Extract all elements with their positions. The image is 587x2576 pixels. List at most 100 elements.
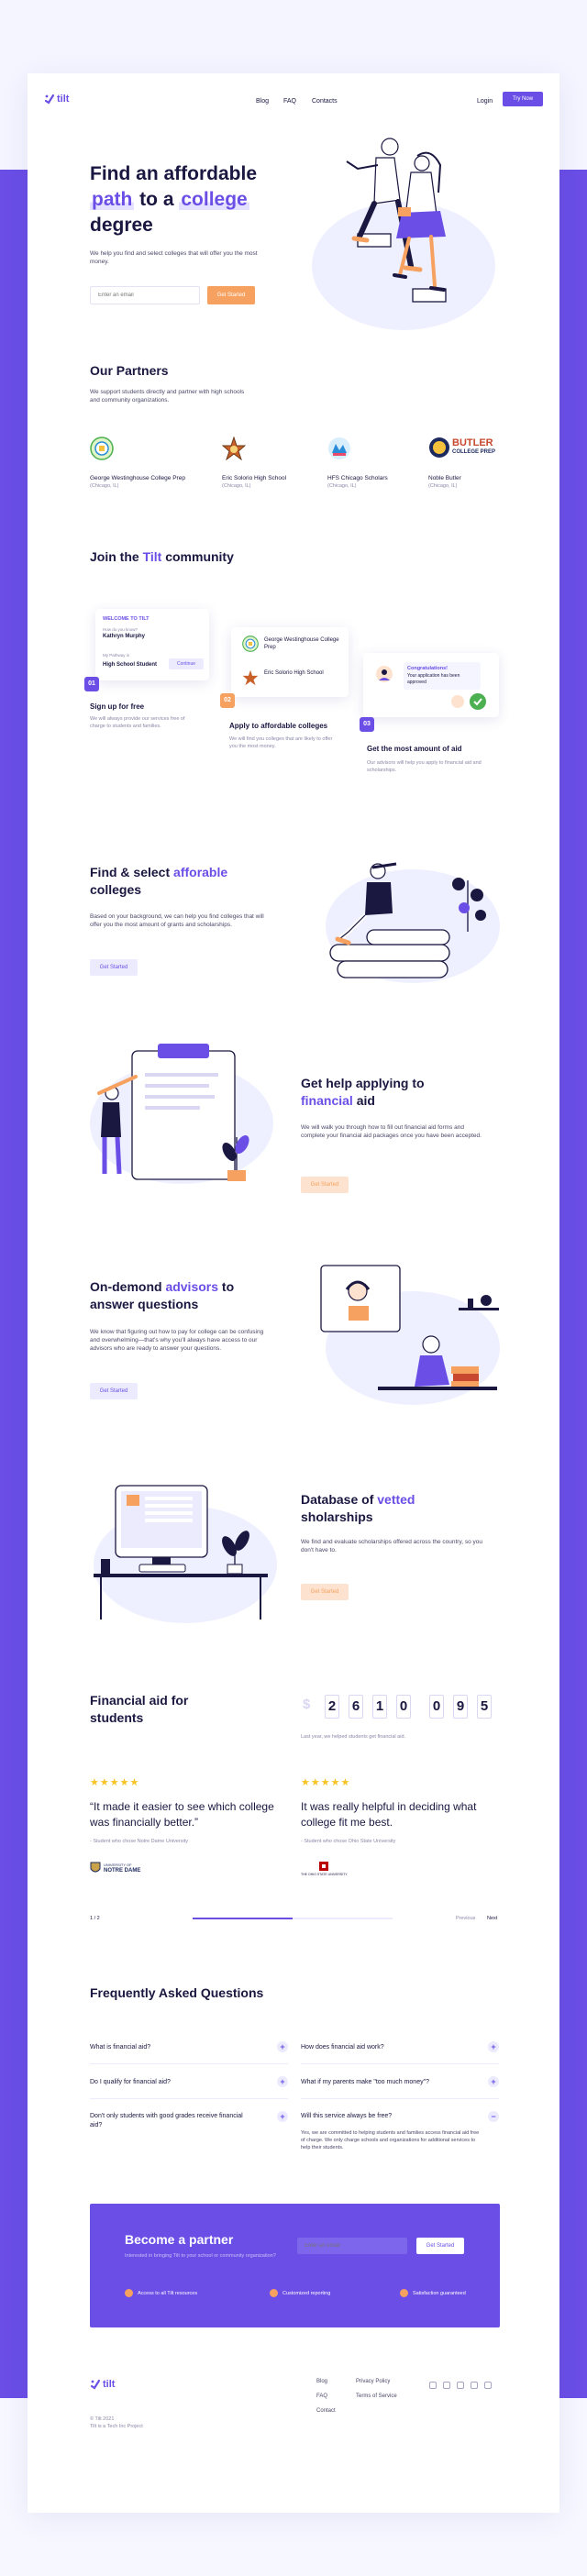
signup-continue-button[interactable]: Continue	[169, 658, 204, 669]
signup-field-1-label: How do you know?	[103, 627, 138, 632]
footer-link-terms[interactable]: Terms of Service	[356, 2394, 397, 2399]
signup-field-2-value: High School Student	[103, 662, 157, 668]
aid-card: Congratulations! Your application has be…	[363, 653, 499, 717]
footer-link-blog[interactable]: Blog	[316, 2379, 327, 2384]
faq-question-4[interactable]: What if my parents make "too much money"…	[301, 2078, 475, 2087]
hero-email-input[interactable]	[90, 286, 200, 304]
partner-logo-solorio	[222, 437, 246, 460]
testimonial-next-button[interactable]: Next	[487, 1915, 497, 1922]
feature-4-title-highlight: vetted	[377, 1492, 415, 1507]
faq-question-3[interactable]: Do I qualify for financial aid?	[90, 2078, 264, 2087]
partner-cta-get-started-button[interactable]: Get Started	[416, 2238, 464, 2254]
feature-2-get-started-button[interactable]: Get Started	[301, 1177, 349, 1193]
partner-cta-feature-3: Satisfaction guaranteed	[400, 2289, 466, 2297]
stats-digit-5: 0	[429, 1695, 444, 1719]
partner-location: (Chicago, IL)	[222, 483, 251, 489]
hero-title-line-3: degree	[90, 215, 153, 236]
feature-1-get-started-button[interactable]: Get Started	[90, 959, 138, 976]
apply-card: George Westinghouse College Prep Eric So…	[231, 627, 349, 697]
aid-card-line-2: Your application has been approved	[407, 673, 460, 685]
aid-card-line-1: Congratulations!	[407, 666, 448, 671]
community-title: Join the Tilt community	[90, 548, 234, 566]
youtube-icon[interactable]	[457, 2382, 464, 2389]
footer-link-privacy[interactable]: Privacy Policy	[356, 2379, 390, 2384]
ohio-state-block-o-icon	[319, 1862, 328, 1871]
hero-title: Find an affordable path to a college deg…	[90, 161, 310, 238]
hero-title-highlight-path: path	[90, 189, 135, 210]
feature-4-title-part-1: Database of	[301, 1492, 374, 1507]
testimonial-progress-track	[193, 1918, 393, 1919]
login-link[interactable]: Login	[477, 98, 493, 105]
faq-divider	[90, 2098, 288, 2099]
stats-digit-2: 6	[349, 1695, 363, 1719]
partner-cta-title: Become a partner	[125, 2232, 234, 2247]
faq-toggle-4[interactable]: +	[488, 2076, 499, 2087]
partner-name: Eric Solorio High School	[222, 475, 287, 481]
step-2-number: 02	[220, 693, 235, 708]
partner-cta-feature-2: Customized reporting	[270, 2289, 330, 2297]
partner-logo-butler-wordmark: BUTLER COLLEGE PREP	[452, 438, 495, 457]
stats-digit-7: 5	[477, 1695, 492, 1719]
aid-card-avatar	[376, 666, 393, 682]
feature-2-illustration	[90, 1044, 273, 1184]
partner-logo-butler-seal	[429, 437, 449, 458]
notre-dame-logo-line-2: NOTRE DAME	[104, 1868, 141, 1874]
feature-1-title-part-1: Find & select	[90, 865, 171, 879]
step-3-title: Get the most amount of aid	[367, 745, 462, 753]
faq-toggle-6[interactable]: −	[488, 2111, 499, 2122]
footer-link-contact[interactable]: Contact	[316, 2408, 336, 2414]
faq-toggle-1[interactable]: +	[277, 2041, 288, 2052]
twitter-icon[interactable]	[443, 2382, 450, 2389]
linkedin-icon[interactable]	[484, 2382, 492, 2389]
logo-mark-icon	[44, 94, 55, 105]
testimonial-2-author: - Student who chose Ohio State Universit…	[301, 1839, 396, 1844]
feature-4-get-started-button[interactable]: Get Started	[301, 1584, 349, 1600]
nav-link-blog[interactable]: Blog	[256, 98, 269, 105]
facebook-icon[interactable]	[429, 2382, 437, 2389]
hero-title-line-2: to a	[139, 189, 174, 210]
partner-name: George Westinghouse College Prep	[90, 475, 185, 481]
footer-link-faq[interactable]: FAQ	[316, 2394, 327, 2399]
footer-copyright: © Tilt 2021	[90, 2416, 115, 2422]
partner-item-3: HFS Chicago Scholars (Chicago, IL)	[327, 475, 388, 489]
apply-card-school-2: Eric Solorio High School	[264, 670, 324, 676]
stats-caption: Last year, we helped students get financ…	[301, 1734, 406, 1740]
instagram-icon[interactable]	[471, 2382, 478, 2389]
ohio-state-logo: THE OHIO STATE UNIVERSITY	[301, 1862, 348, 1876]
testimonial-2-stars: ★★★★★	[301, 1777, 351, 1788]
partner-logo-hfs	[328, 437, 350, 459]
apply-card-school-1: George Westinghouse College Prep	[264, 637, 339, 650]
feature-2-title-highlight: financial	[301, 1093, 353, 1108]
try-now-button[interactable]: Try Now	[503, 92, 543, 106]
testimonial-1-stars: ★★★★★	[90, 1777, 140, 1788]
faq-toggle-2[interactable]: +	[488, 2041, 499, 2052]
partner-item-1: George Westinghouse College Prep (Chicag…	[90, 475, 185, 489]
faq-question-5[interactable]: Don't only students with good grades rec…	[90, 2112, 255, 2130]
footer-logo[interactable]: tilt	[90, 2379, 115, 2390]
nav-link-contacts[interactable]: Contacts	[312, 98, 338, 105]
feature-1-illustration	[326, 862, 500, 983]
feature-3-title-part-1: On-demond	[90, 1279, 162, 1294]
footer-project-note: Tilt is a Tech Inc Project	[90, 2424, 143, 2429]
partner-cta-email-input[interactable]	[297, 2238, 407, 2254]
faq-toggle-5[interactable]: +	[277, 2111, 288, 2122]
logo[interactable]: tilt	[44, 92, 69, 106]
testimonial-prev-button[interactable]: Previous	[456, 1915, 475, 1922]
partner-cta-subtitle: Interested in bringing Tilt to your scho…	[125, 2253, 276, 2259]
partner-cta-feature-1: Access to all Tilt resources	[125, 2289, 197, 2297]
stats-dollar-sign: $	[303, 1697, 311, 1712]
testimonial-1-quote: “It made it easier to see which college …	[90, 1800, 274, 1829]
feature-1-title-highlight: afforable	[173, 865, 228, 879]
step-1-title: Sign up for free	[90, 702, 145, 711]
faq-question-6[interactable]: Will this service always be free?	[301, 2112, 475, 2121]
faq-toggle-3[interactable]: +	[277, 2076, 288, 2087]
faq-question-1[interactable]: What is financial aid?	[90, 2043, 264, 2052]
testimonial-pager: 1 / 2	[90, 1916, 100, 1921]
hero-get-started-button[interactable]: Get Started	[207, 286, 255, 304]
feature-4-text: We find and evaluate scholarships offere…	[301, 1539, 483, 1553]
feature-3-get-started-button[interactable]: Get Started	[90, 1383, 138, 1399]
nav-link-faq[interactable]: FAQ	[283, 98, 296, 105]
feature-3-illustration	[320, 1265, 500, 1405]
partner-location: (Chicago, IL)	[428, 483, 458, 489]
faq-question-2[interactable]: How does financial aid work?	[301, 2043, 475, 2052]
